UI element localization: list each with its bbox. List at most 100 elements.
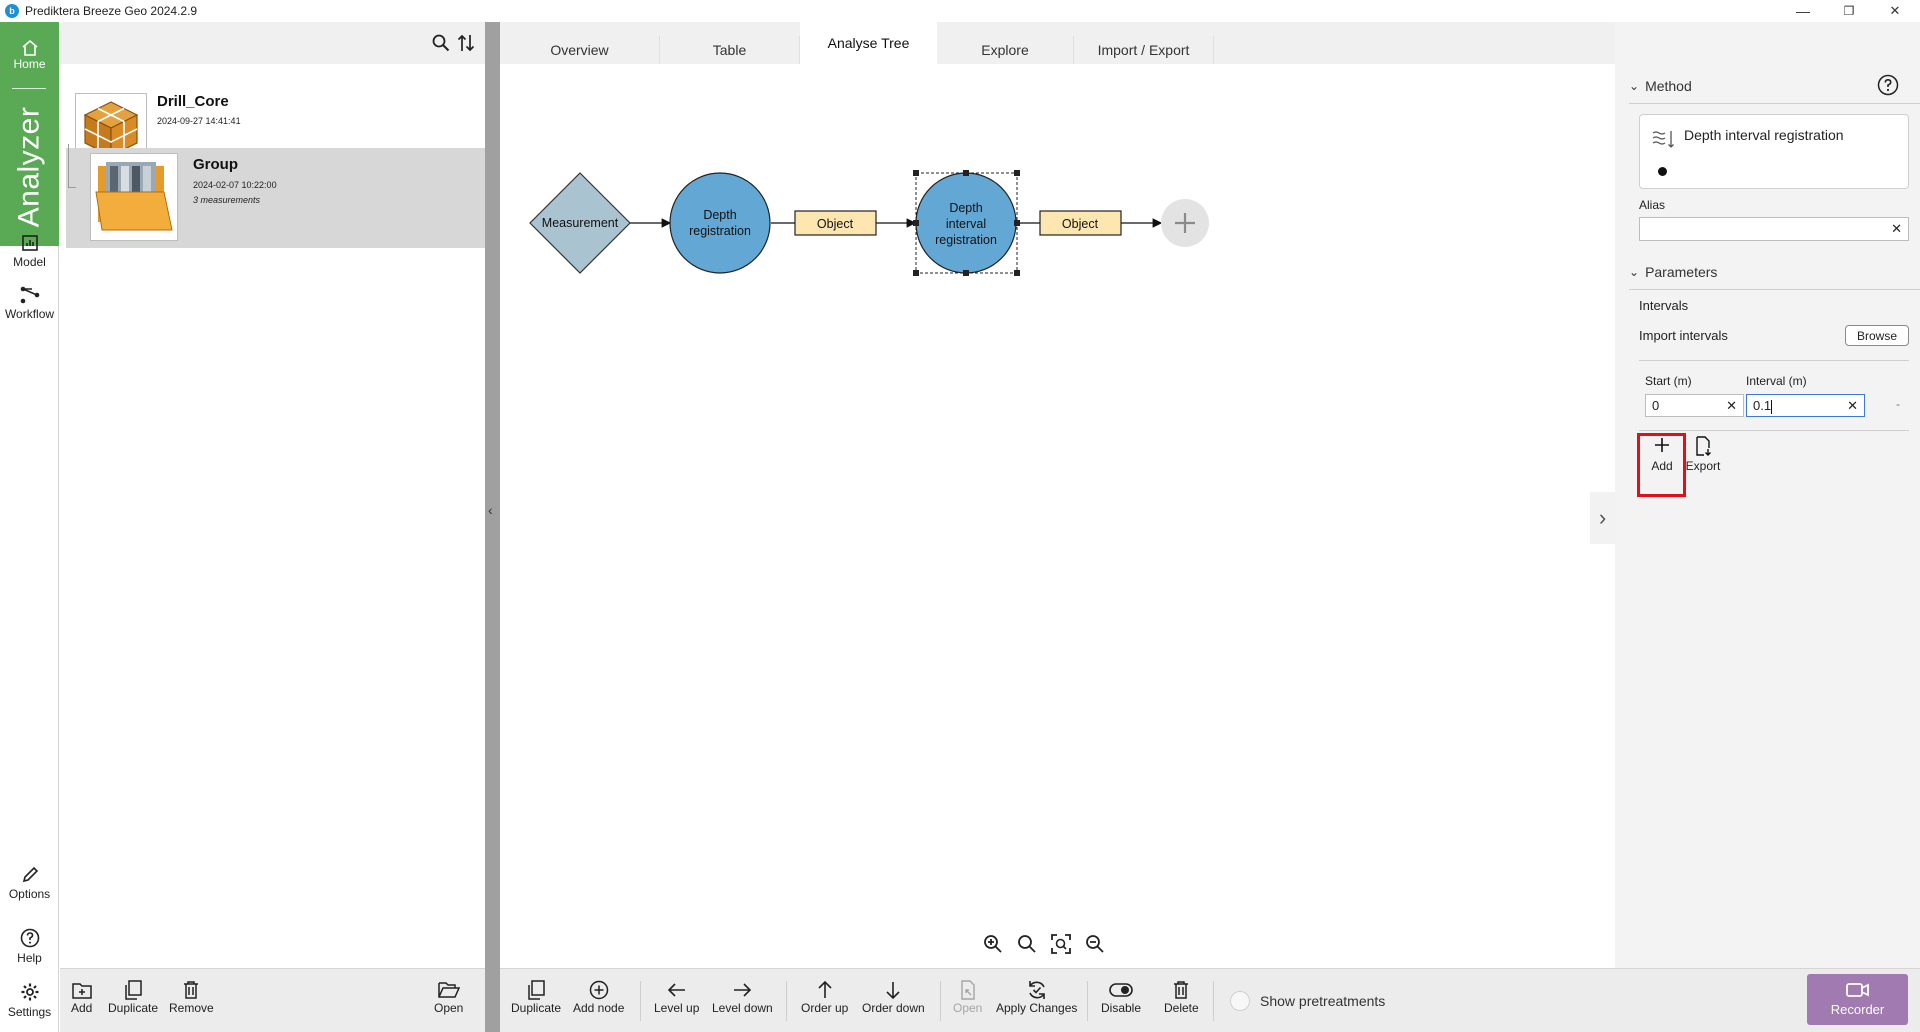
open-project-button[interactable]: Open (434, 979, 463, 1015)
trash-icon (184, 981, 199, 999)
collapse-left-icon[interactable]: ‹ (488, 502, 493, 518)
delete-node-button[interactable]: Delete (1164, 979, 1199, 1015)
clear-alias-icon[interactable]: ✕ (1891, 221, 1902, 237)
order-down-button[interactable]: Order down (862, 979, 925, 1015)
tree-bottom-toolbar: Duplicate Add node Level up Level down O… (500, 968, 1920, 1032)
alias-input[interactable]: ✕ (1639, 217, 1909, 241)
nav-options-label: Options (8, 887, 51, 901)
zoom-out-icon[interactable] (1083, 932, 1107, 956)
node-depth-interval-registration[interactable]: Depth interval registration (913, 170, 1020, 276)
sort-icon[interactable] (457, 33, 475, 53)
divider (1639, 360, 1909, 361)
nav-model-label: Model (13, 255, 46, 269)
remove-label: Remove (169, 1001, 214, 1015)
method-header-label: Method (1645, 77, 1692, 94)
clear-start-icon[interactable]: ✕ (1726, 398, 1737, 414)
add-node-plus-button[interactable] (1161, 199, 1209, 247)
project-bottom-toolbar: Add Duplicate Remove Open (60, 968, 485, 1032)
show-pretreatments-toggle[interactable]: Show pretreatments (1230, 991, 1385, 1011)
tab-import-export[interactable]: Import / Export (1074, 36, 1214, 64)
nav-home[interactable]: Home (0, 22, 59, 88)
tab-overview[interactable]: Overview (500, 36, 660, 64)
tab-analyse-tree[interactable]: Analyse Tree (800, 22, 937, 64)
order-up-button[interactable]: Order up (801, 979, 848, 1015)
open-node-button[interactable]: Open (953, 979, 982, 1015)
remove-project-button[interactable]: Remove (169, 979, 214, 1015)
zoom-reset-icon[interactable] (1015, 932, 1039, 956)
duplicate-project-button[interactable]: Duplicate (108, 979, 158, 1015)
tab-explore[interactable]: Explore (937, 36, 1074, 64)
nav-model[interactable]: Model (0, 234, 59, 269)
nav-analyzer-label: Analyzer (12, 106, 46, 228)
node-object-1[interactable]: Object (794, 210, 877, 236)
order-up-label: Order up (801, 1001, 849, 1015)
nav-home-label: Home (13, 57, 46, 71)
plus-icon (1655, 438, 1669, 452)
export-intervals-button[interactable]: Export (1683, 436, 1723, 473)
tab-table[interactable]: Table (660, 36, 800, 64)
duplicate-icon (125, 980, 142, 1000)
nav-help[interactable]: Help (0, 928, 59, 965)
level-up-button[interactable]: Level up (654, 979, 699, 1015)
node-depth-registration[interactable]: Depth registration (669, 172, 771, 274)
open-file-icon (960, 980, 975, 1000)
nav-options[interactable]: Options (0, 866, 59, 901)
add-project-button[interactable]: Add (71, 979, 92, 1015)
maximize-button[interactable]: ❐ (1826, 0, 1872, 22)
arrow-left-icon (667, 983, 685, 997)
help-icon (20, 928, 39, 948)
nav-workflow[interactable]: Workflow (0, 286, 59, 321)
add-node-label: Add node (573, 1001, 625, 1015)
level-down-label: Level down (712, 1001, 773, 1015)
disable-node-button[interactable]: Disable (1101, 979, 1141, 1015)
browse-button[interactable]: Browse (1845, 325, 1909, 346)
group-name: Group (193, 156, 238, 173)
chevron-down-icon: ⌄ (1629, 78, 1640, 93)
help-icon[interactable] (1877, 74, 1899, 96)
start-input[interactable]: 0 ✕ (1645, 394, 1744, 417)
recorder-button[interactable]: Recorder (1807, 974, 1908, 1025)
project-name: Drill_Core (157, 93, 229, 110)
open-folder-icon (437, 982, 460, 998)
expand-right-panel-icon[interactable]: › (1590, 492, 1615, 544)
video-camera-icon (1845, 983, 1869, 997)
node-object-2-label: Object (1062, 217, 1099, 231)
group-thumbnail (90, 153, 178, 241)
analyse-tree-canvas[interactable]: Measurement Depth registration Object De… (500, 64, 1615, 968)
toolbar-separator (640, 981, 641, 1021)
close-button[interactable]: ✕ (1872, 0, 1918, 22)
search-icon[interactable] (432, 34, 450, 52)
node-object-2[interactable]: Object (1039, 210, 1122, 236)
toolbar-separator (1213, 981, 1214, 1021)
zoom-fit-icon[interactable] (1049, 932, 1073, 956)
node-measurement[interactable]: Measurement (529, 172, 631, 274)
node-interval-label-3: registration (935, 233, 997, 247)
level-down-button[interactable]: Level down (712, 979, 773, 1015)
nav-settings[interactable]: Settings (0, 982, 59, 1019)
chart-icon (21, 235, 38, 251)
add-node-button[interactable]: Add node (573, 979, 624, 1015)
panel-splitter[interactable]: ‹ (485, 22, 500, 1032)
workflow-icon (20, 286, 39, 304)
chevron-down-icon: ⌄ (1629, 264, 1640, 279)
row-remove-dash[interactable]: - (1896, 397, 1900, 411)
duplicate-node-button[interactable]: Duplicate (511, 979, 561, 1015)
nav-analyzer[interactable]: Analyzer (0, 88, 59, 246)
clear-interval-icon[interactable]: ✕ (1847, 398, 1858, 414)
export-file-icon (1696, 436, 1711, 456)
trash-icon (1174, 981, 1189, 999)
open-label: Open (434, 1001, 464, 1015)
zoom-in-icon[interactable] (981, 932, 1005, 956)
apply-changes-button[interactable]: Apply Changes (996, 979, 1077, 1015)
nav-workflow-label: Workflow (4, 307, 55, 321)
start-value: 0 (1652, 398, 1660, 413)
add-interval-button[interactable]: Add (1642, 436, 1682, 473)
apply-changes-label: Apply Changes (996, 1001, 1078, 1015)
toggle-switch[interactable] (1230, 991, 1250, 1011)
project-item-group[interactable]: Group 2024-02-07 10:22:00 3 measurements (66, 144, 485, 248)
level-up-label: Level up (654, 1001, 700, 1015)
minimize-button[interactable]: — (1780, 0, 1826, 22)
parameters-section-header[interactable]: ⌄ Parameters (1629, 260, 1920, 290)
intervals-label: Intervals (1639, 298, 1689, 313)
interval-input[interactable]: 0.1 ✕ (1746, 394, 1865, 417)
